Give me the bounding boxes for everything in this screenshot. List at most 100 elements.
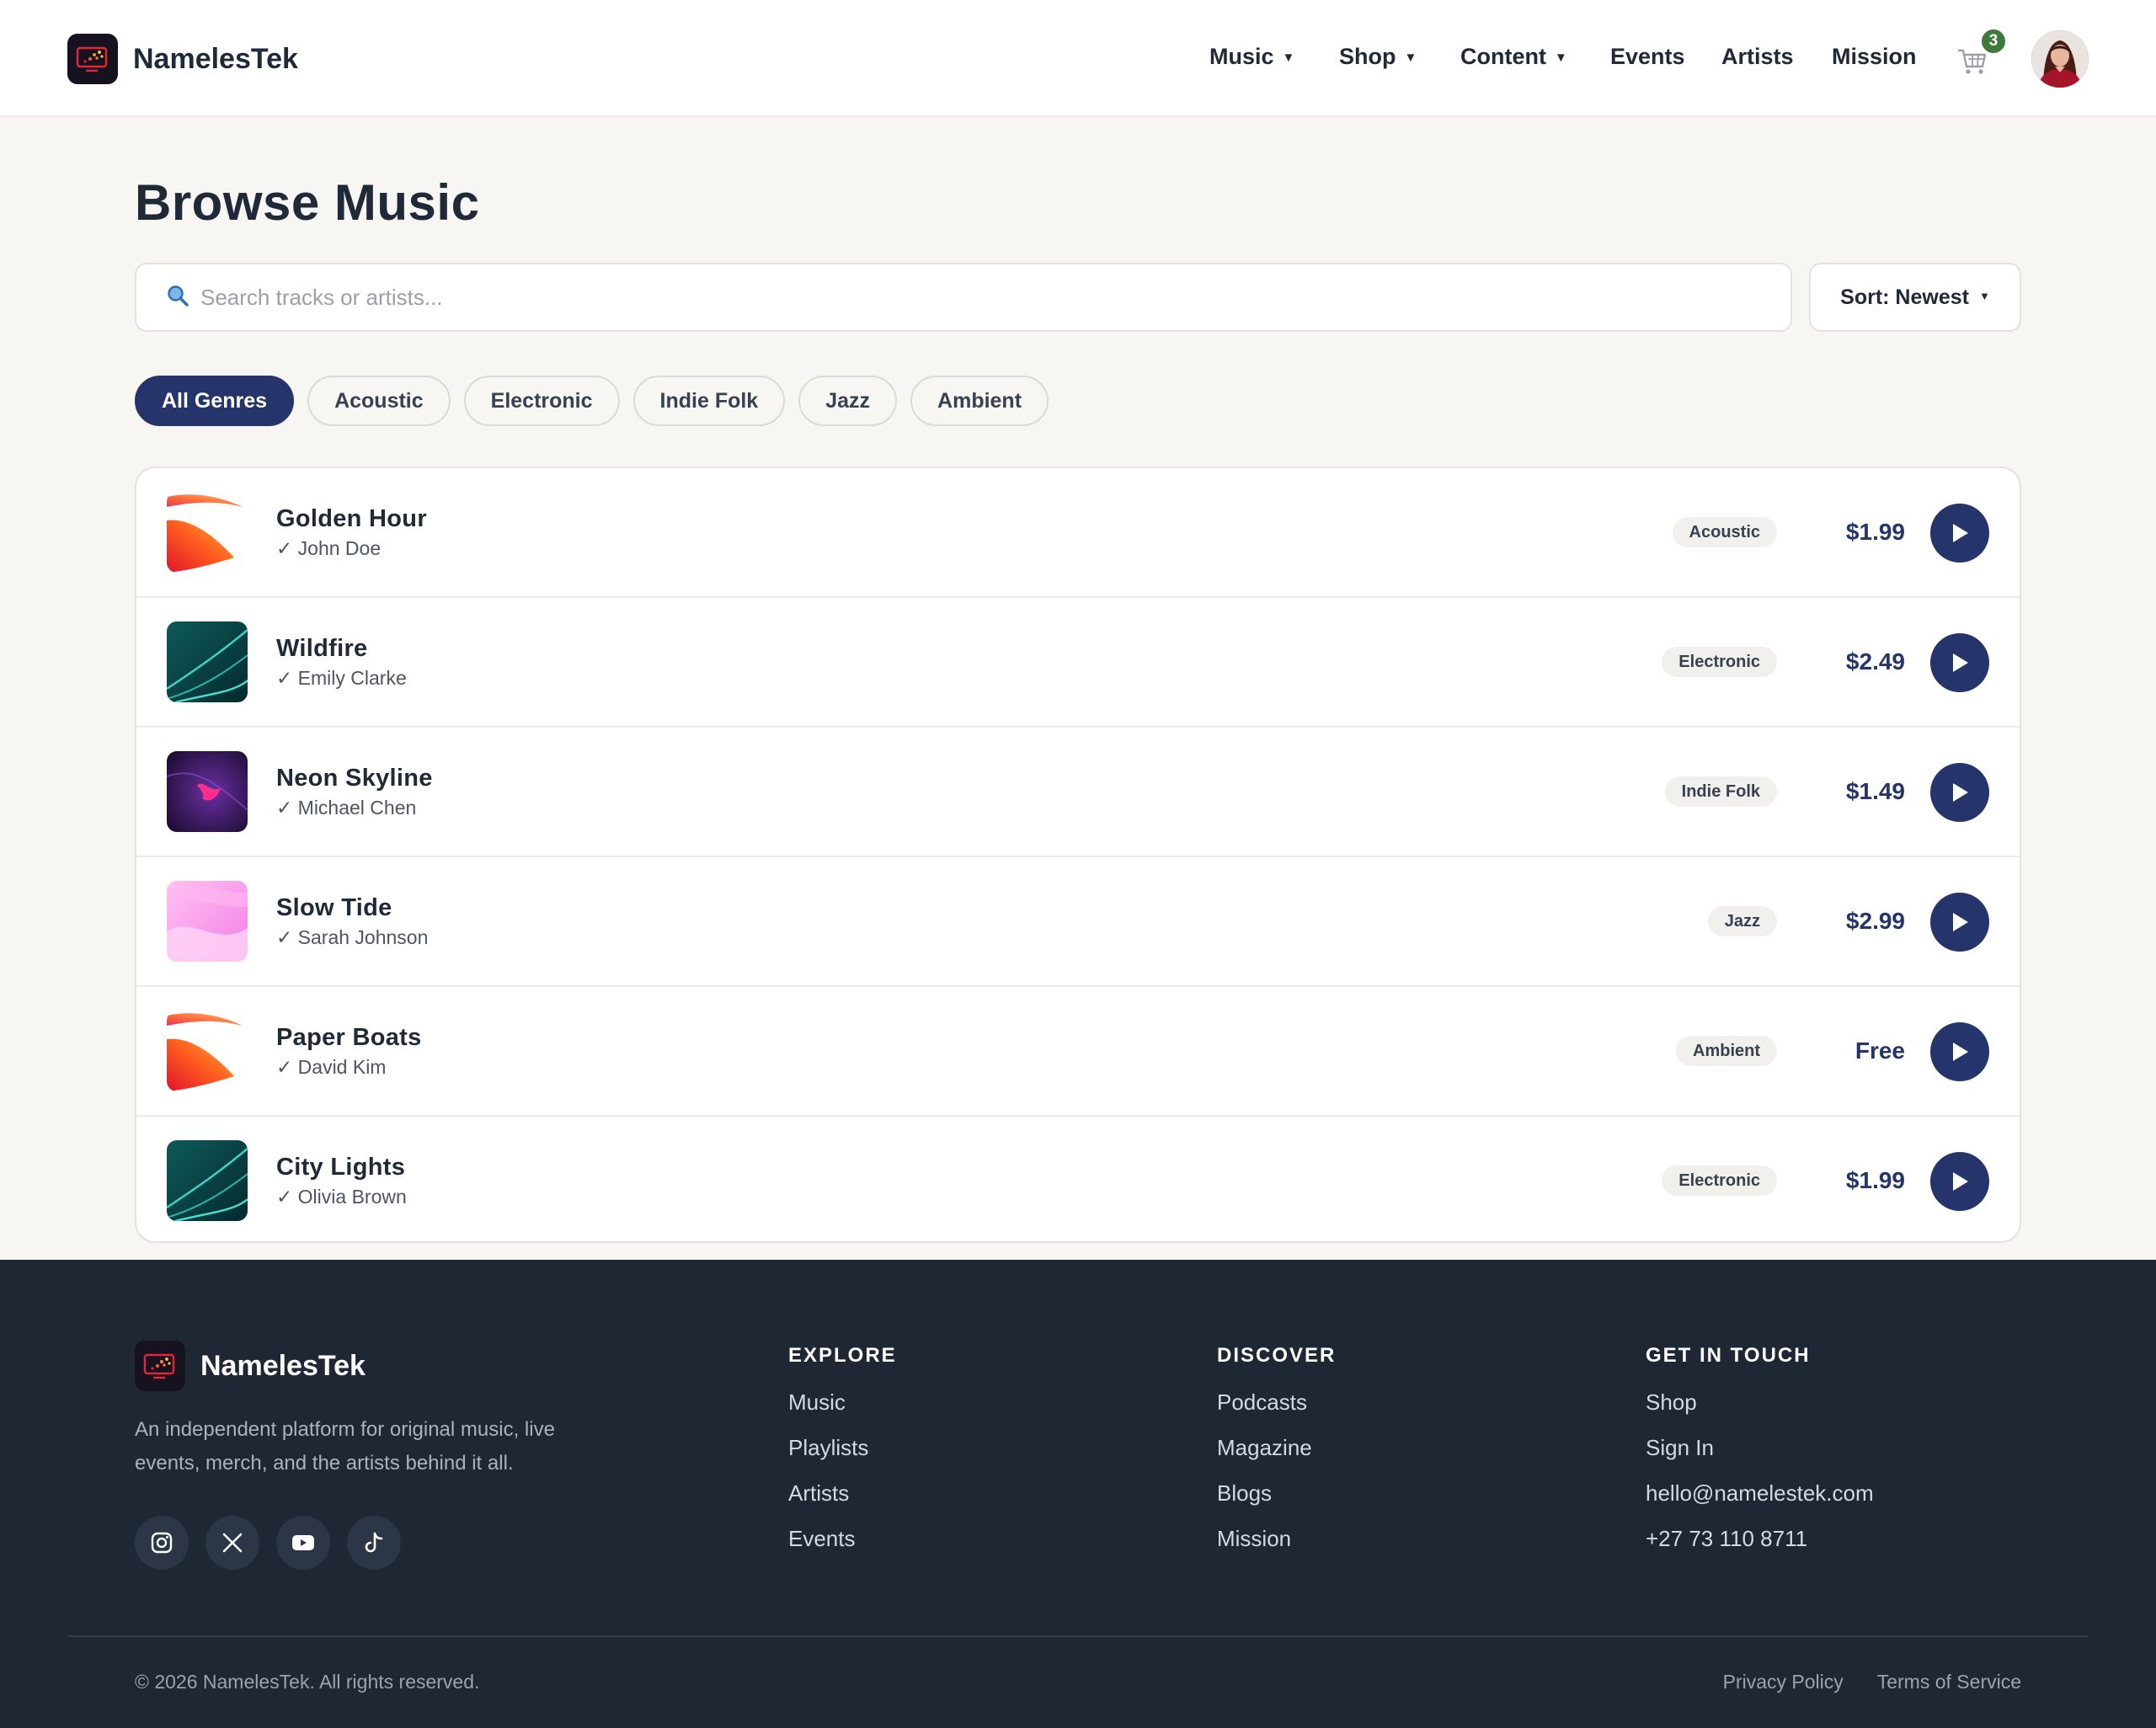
footer-link-music[interactable]: Music	[788, 1389, 897, 1415]
play-icon	[1953, 913, 1968, 931]
legal-links: Privacy Policy Terms of Service	[1723, 1671, 2021, 1693]
x-icon[interactable]	[205, 1516, 259, 1570]
search-input[interactable]	[200, 284, 1716, 311]
track-title[interactable]: Wildfire	[276, 635, 367, 663]
footer-link-sign-in[interactable]: Sign In	[1646, 1435, 1874, 1460]
genre-chip-acoustic[interactable]: Acoustic	[307, 376, 451, 426]
track-price: $1.99	[1845, 519, 1905, 545]
nav-artists[interactable]: Artists	[1721, 44, 1794, 70]
play-button[interactable]	[1930, 763, 1989, 822]
track-price: $2.99	[1845, 908, 1905, 934]
privacy-policy-link[interactable]: Privacy Policy	[1723, 1671, 1844, 1693]
album-art	[167, 1011, 248, 1091]
play-button[interactable]	[1930, 633, 1989, 692]
genre-chip-indie-folk[interactable]: Indie Folk	[632, 376, 786, 426]
search-icon	[167, 285, 189, 311]
sort-dropdown[interactable]: Sort: Newest ▼	[1809, 263, 2021, 332]
genre-tag: Indie Folk	[1664, 776, 1777, 807]
play-button[interactable]	[1930, 504, 1989, 563]
track-artist[interactable]: ✓ Olivia Brown	[276, 1186, 407, 1208]
footer-heading: EXPLORE	[788, 1344, 897, 1367]
genre-tag: Ambient	[1676, 1036, 1777, 1066]
genre-tag: Electronic	[1662, 1165, 1777, 1196]
album-art	[167, 751, 248, 832]
search-bar[interactable]	[135, 263, 1792, 332]
play-icon	[1953, 524, 1968, 542]
track-row[interactable]: Wildfire ✓ Emily Clarke Electronic $2.49	[136, 598, 2020, 728]
track-title[interactable]: Golden Hour	[276, 505, 427, 533]
terms-of-service-link[interactable]: Terms of Service	[1877, 1671, 2021, 1693]
nav-events[interactable]: Events	[1610, 44, 1685, 70]
footer-link-playlists[interactable]: Playlists	[788, 1435, 897, 1460]
brand-logo-icon	[67, 34, 118, 84]
nav-shop[interactable]: Shop ▼	[1339, 44, 1417, 70]
footer-brand[interactable]: NamelesTek	[135, 1341, 366, 1391]
genre-filter-bar: All Genres Acoustic Electronic Indie Fol…	[135, 376, 1049, 426]
footer-heading: GET IN TOUCH	[1646, 1344, 1811, 1367]
footer-link-artists[interactable]: Artists	[788, 1480, 897, 1506]
brand-name: NamelesTek	[133, 42, 298, 75]
footer-link-blogs[interactable]: Blogs	[1217, 1480, 1336, 1506]
track-title[interactable]: Paper Boats	[276, 1024, 422, 1052]
album-art	[167, 492, 248, 573]
track-title[interactable]: City Lights	[276, 1154, 405, 1181]
track-price: Free	[1854, 1037, 1905, 1064]
album-art	[167, 621, 248, 702]
track-artist[interactable]: ✓ Emily Clarke	[276, 667, 407, 690]
play-icon	[1953, 783, 1968, 802]
footer-link-magazine[interactable]: Magazine	[1217, 1435, 1336, 1460]
album-art	[167, 1140, 248, 1221]
track-artist[interactable]: ✓ David Kim	[276, 1056, 386, 1079]
nav-content[interactable]: Content ▼	[1460, 44, 1567, 70]
footer-link-phone[interactable]: +27 73 110 8711	[1646, 1526, 1874, 1551]
footer-link-podcasts[interactable]: Podcasts	[1217, 1389, 1336, 1415]
footer-column-discover: DISCOVER Podcasts Magazine Blogs Mission	[1217, 1344, 1336, 1551]
nav-mission[interactable]: Mission	[1832, 44, 1917, 70]
copyright-text: © 2026 NamelesTek. All rights reserved.	[135, 1671, 480, 1693]
track-row[interactable]: Slow Tide ✓ Sarah Johnson Jazz $2.99	[136, 857, 2020, 987]
footer-link-mission[interactable]: Mission	[1217, 1526, 1336, 1551]
page-title: Browse Music	[135, 174, 480, 231]
track-row[interactable]: City Lights ✓ Olivia Brown Electronic $1…	[136, 1117, 2020, 1241]
play-button[interactable]	[1930, 1022, 1989, 1081]
track-artist[interactable]: ✓ Sarah Johnson	[276, 926, 428, 949]
track-list: Golden Hour ✓ John Doe Acoustic $1.99 Wi…	[135, 467, 2021, 1243]
footer-column-explore: EXPLORE Music Playlists Artists Events	[788, 1344, 897, 1551]
site-footer: NamelesTek An independent platform for o…	[0, 1260, 2156, 1728]
tiktok-icon[interactable]	[347, 1516, 401, 1570]
play-button[interactable]	[1930, 1152, 1989, 1211]
track-artist[interactable]: ✓ Michael Chen	[276, 797, 416, 819]
footer-link-shop[interactable]: Shop	[1646, 1389, 1874, 1415]
site-header: NamelesTek Music ▼ Shop ▼ Content ▼ Events …	[0, 0, 2156, 117]
track-row[interactable]: Neon Skyline ✓ Michael Chen Indie Folk $…	[136, 728, 2020, 857]
nav-music[interactable]: Music ▼	[1209, 44, 1294, 70]
track-price: $2.49	[1845, 648, 1905, 675]
footer-link-events[interactable]: Events	[788, 1526, 897, 1551]
track-artist[interactable]: ✓ John Doe	[276, 537, 381, 560]
track-row[interactable]: Paper Boats ✓ David Kim Ambient Free	[136, 987, 2020, 1117]
youtube-icon[interactable]	[276, 1516, 330, 1570]
genre-chip-jazz[interactable]: Jazz	[798, 376, 898, 426]
social-links	[135, 1516, 401, 1570]
footer-divider	[67, 1635, 2089, 1637]
track-price: $1.49	[1845, 778, 1905, 804]
play-icon	[1953, 1172, 1968, 1191]
track-title[interactable]: Neon Skyline	[276, 765, 433, 792]
footer-link-email[interactable]: hello@namelestek.com	[1646, 1480, 1874, 1506]
brand-logo-link[interactable]: NamelesTek	[67, 34, 298, 84]
footer-heading: DISCOVER	[1217, 1344, 1337, 1367]
instagram-icon[interactable]	[135, 1516, 189, 1570]
play-button[interactable]	[1930, 893, 1989, 952]
footer-column-contact: GET IN TOUCH Shop Sign In hello@namelest…	[1646, 1344, 1874, 1551]
user-avatar[interactable]	[2031, 30, 2089, 88]
genre-chip-electronic[interactable]: Electronic	[463, 376, 620, 426]
cart-count-badge: 3	[1979, 27, 2008, 56]
genre-tag: Acoustic	[1672, 517, 1777, 547]
nav-content-label: Content	[1460, 44, 1546, 69]
genre-chip-all[interactable]: All Genres	[135, 376, 295, 426]
album-art	[167, 881, 248, 962]
track-row[interactable]: Golden Hour ✓ John Doe Acoustic $1.99	[136, 468, 2020, 598]
track-title[interactable]: Slow Tide	[276, 894, 392, 922]
genre-chip-ambient[interactable]: Ambient	[910, 376, 1049, 426]
chevron-down-icon: ▼	[1978, 289, 1990, 302]
